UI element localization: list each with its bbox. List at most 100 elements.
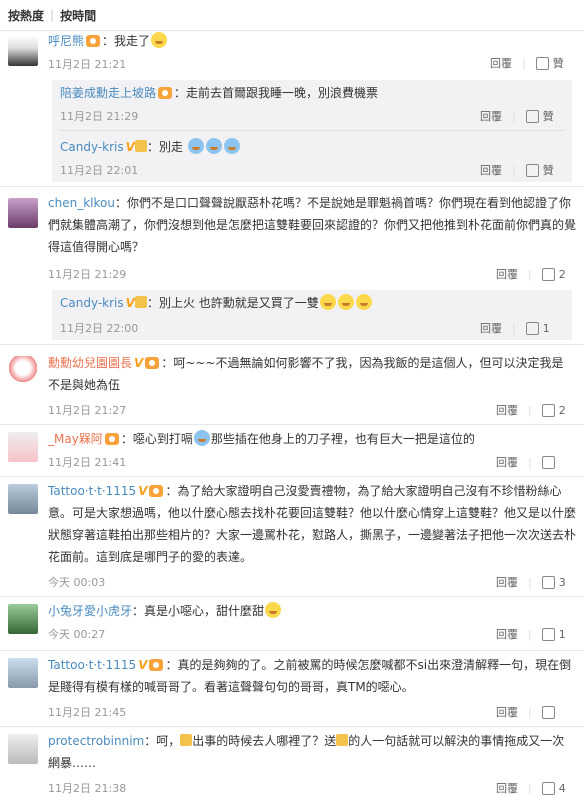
like-icon[interactable]: [541, 575, 555, 589]
comment-body: 勳勳幼兒園園長 V ：呵~~~不過無論如何影響不了我，因為我飯的是這個人，但可以決定…: [48, 352, 568, 396]
username-link[interactable]: 陪姜成勳走上坡路: [60, 86, 156, 100]
username-link[interactable]: Candy-kris: [60, 296, 124, 310]
comment-item: Tattoo·t·t·1115 V ：為了給大家證明自己沒愛賣禮物，為了給大家證明自…: [0, 480, 584, 592]
like-icon[interactable]: [535, 56, 549, 70]
divider: [0, 186, 584, 187]
fan-badge-icon: [149, 485, 164, 497]
vip-icon: V: [138, 658, 148, 672]
like-icon[interactable]: [541, 267, 555, 281]
like-button[interactable]: 贊: [553, 55, 564, 71]
avatar[interactable]: [8, 734, 38, 764]
comment-time: 11月2日 21:45: [48, 706, 127, 719]
avatar[interactable]: [8, 356, 38, 386]
avatar[interactable]: [8, 604, 38, 634]
like-icon[interactable]: [525, 163, 539, 177]
sort-hot-tab[interactable]: 按熱度: [8, 7, 44, 24]
comment-body: protectrobinnim：呵， 出事的時候去人哪裡了？送 的人一句話就可以解決…: [48, 730, 576, 774]
fan-badge-icon: [104, 433, 119, 445]
like-icon[interactable]: [525, 109, 539, 123]
comment-item: _May槑阿 ：噁心到打嗝 那些插在他身上的刀子裡，也有巨大一把是這位的 11月2日…: [0, 428, 584, 472]
comment-time: 11月2日 21:29: [48, 268, 127, 281]
like-icon[interactable]: [541, 403, 555, 417]
comment-item: 小兔牙愛小虎牙：真是小噁心，甜什麼甜 今天 00:27 回覆 | 1: [0, 600, 584, 646]
emoji-icon: [223, 138, 240, 154]
like-icon[interactable]: [541, 627, 555, 641]
reply-button[interactable]: 回覆: [496, 626, 518, 642]
reply-thread: Candy-kris V ：別上火 也許勳就是又買了一雙 11月2日 22:00 回…: [52, 290, 572, 340]
username-link[interactable]: _May槑阿: [48, 432, 103, 446]
vip-icon: V: [138, 484, 148, 498]
reply-button[interactable]: 回覆: [490, 55, 512, 71]
divider: [60, 130, 564, 131]
comment-text: ：真是小噁心，甜什麼甜: [132, 604, 265, 618]
avatar[interactable]: [8, 36, 38, 66]
comment-item: protectrobinnim：呵， 出事的時候去人哪裡了？送 的人一句話就可以解決…: [0, 730, 584, 800]
comment-item: Tattoo·t·t·1115 V ：真的是夠夠的了。之前被罵的時候怎麼喊都不si出…: [0, 654, 584, 722]
fan-badge-icon: [158, 87, 173, 99]
comment-actions: 回覆 | 1: [480, 320, 550, 336]
reply-button[interactable]: 回覆: [496, 402, 518, 418]
username-link[interactable]: 勳勳幼兒園園長: [48, 356, 132, 370]
like-count: 3: [558, 575, 566, 589]
sort-time-tab[interactable]: 按時間: [60, 7, 96, 24]
comment-time: 11月2日 21:29: [60, 110, 139, 123]
comment-actions: 回覆 | 2: [496, 402, 566, 418]
avatar[interactable]: [8, 198, 38, 228]
comment-text: ：我走了: [102, 34, 151, 48]
comment-body: Tattoo·t·t·1115 V ：真的是夠夠的了。之前被罵的時候怎麼喊都不si出…: [48, 654, 576, 698]
reply-button[interactable]: 回覆: [496, 780, 518, 796]
comment-item: chen_klkou：你們不是口口聲聲說厭惡朴花嗎？不是說她是罪魁禍首嗎？你們現…: [0, 192, 584, 286]
avatar[interactable]: [8, 658, 38, 688]
comment-time: 今天 00:03: [48, 576, 106, 589]
username-link[interactable]: Candy-kris: [60, 140, 124, 154]
comment-body: Tattoo·t·t·1115 V ：為了給大家證明自己沒愛賣禮物，為了給大家證明自…: [48, 480, 576, 568]
comment-text: ：別走: [146, 140, 183, 154]
reply-button[interactable]: 回覆: [496, 454, 518, 470]
username-link[interactable]: chen_klkou: [48, 196, 115, 210]
avatar[interactable]: [8, 432, 38, 462]
reply-button[interactable]: 回覆: [480, 162, 502, 178]
sort-separator: |: [50, 8, 55, 22]
like-icon[interactable]: [541, 781, 555, 795]
comment-actions: 回覆 | 贊: [480, 162, 554, 178]
username-link[interactable]: 呼尼熊: [48, 34, 84, 48]
divider: [0, 596, 584, 597]
gift-icon: [336, 734, 349, 746]
divider: [0, 476, 584, 477]
comment-actions: 回覆 | 1: [496, 626, 566, 642]
comment-actions: 回覆 | 3: [496, 574, 566, 590]
like-count: 2: [558, 403, 566, 417]
divider: [0, 424, 584, 425]
comment-time: 11月2日 22:00: [60, 322, 139, 335]
divider: [0, 650, 584, 651]
username-link[interactable]: Tattoo·t·t·1115: [48, 484, 136, 498]
like-icon[interactable]: [541, 455, 555, 469]
divider: [0, 726, 584, 727]
comment-actions: 回覆 |: [496, 704, 559, 720]
username-link[interactable]: 小兔牙愛小虎牙: [48, 604, 132, 618]
comment-item: 呼尼熊 ：我走了 11月2日 21:21 回覆 | 贊: [0, 30, 584, 78]
reply-body: Candy-kris V ：別上火 也許勳就是又買了一雙: [60, 292, 560, 314]
reply-button[interactable]: 回覆: [480, 108, 502, 124]
like-button[interactable]: 贊: [543, 108, 554, 124]
like-icon[interactable]: [541, 705, 555, 719]
like-count: 2: [558, 267, 566, 281]
reply-button[interactable]: 回覆: [496, 266, 518, 282]
comment-time: 11月2日 22:01: [60, 164, 139, 177]
comment-text-continued: 那些插在他身上的刀子裡，也有巨大一把是這位的: [210, 432, 475, 446]
emoji-icon: [337, 294, 354, 310]
comment-actions: 回覆 | 贊: [480, 108, 554, 124]
avatar[interactable]: [8, 484, 38, 514]
comment-item: 勳勳幼兒園園長 V ：呵~~~不過無論如何影響不了我，因為我飯的是這個人，但可以決定…: [0, 350, 584, 420]
like-icon[interactable]: [525, 321, 539, 335]
fan-badge-icon: [86, 35, 101, 47]
reply-button[interactable]: 回覆: [480, 320, 502, 336]
emoji-icon: [319, 294, 336, 310]
like-button[interactable]: 贊: [543, 162, 554, 178]
username-link[interactable]: protectrobinnim: [48, 734, 144, 748]
username-link[interactable]: Tattoo·t·t·1115: [48, 658, 136, 672]
reply-button[interactable]: 回覆: [496, 574, 518, 590]
reply-button[interactable]: 回覆: [496, 704, 518, 720]
like-count: 1: [542, 321, 550, 335]
comment-text: ：呵，: [144, 734, 181, 748]
